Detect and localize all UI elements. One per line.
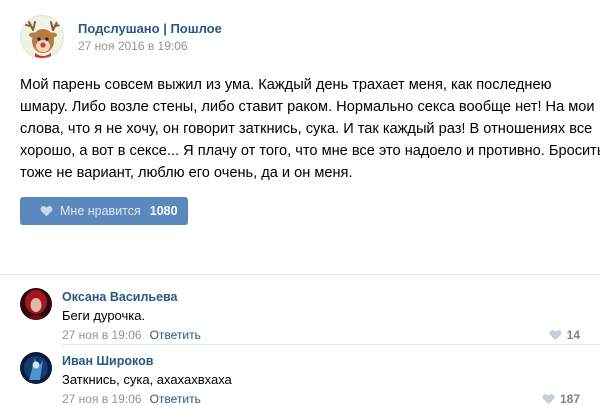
heart-icon bbox=[549, 330, 562, 341]
heart-icon bbox=[40, 206, 53, 217]
comment-item: Оксана Васильева Беги дурочка. 27 ноя в … bbox=[20, 288, 580, 348]
comment-divider bbox=[62, 344, 600, 345]
post-header: Подслушано | Пошлое 27 ноя 2016 в 19:06 bbox=[20, 12, 222, 62]
like-button-label: Мне нравится bbox=[60, 204, 141, 218]
comment-like-button[interactable]: 187 bbox=[542, 392, 580, 406]
post-text-line: хорошо, а вот в сексе... Я плачу от того… bbox=[20, 143, 600, 159]
post-date[interactable]: 27 ноя 2016 в 19:06 bbox=[78, 38, 222, 54]
reply-link[interactable]: Ответить bbox=[150, 328, 201, 342]
heart-icon bbox=[542, 394, 555, 405]
comment-like-button[interactable]: 14 bbox=[549, 328, 580, 342]
comment-meta: 27 ноя в 19:06 Ответить bbox=[62, 392, 201, 406]
post-text-line: тоже не вариант, люблю его очень, да и о… bbox=[20, 165, 353, 181]
comment-author-link[interactable]: Оксана Васильева bbox=[62, 290, 178, 304]
comment-date[interactable]: 27 ноя в 19:06 bbox=[62, 392, 142, 406]
commenter-avatar[interactable] bbox=[20, 288, 52, 320]
post-text: Мой парень совсем выжил из ума. Каждый д… bbox=[20, 74, 600, 184]
comment-meta: 27 ноя в 19:06 Ответить bbox=[62, 328, 201, 342]
reply-link[interactable]: Ответить bbox=[150, 392, 201, 406]
commenter-avatar[interactable] bbox=[20, 352, 52, 384]
like-button[interactable]: Мне нравится 1080 bbox=[20, 197, 188, 225]
post-text-line: Мой парень совсем выжил из ума. Каждый д… bbox=[20, 77, 552, 93]
group-name-link[interactable]: Подслушано | Пошлое bbox=[78, 21, 222, 37]
reindeer-icon bbox=[25, 21, 61, 58]
post-text-line: слова, что я не хочу, он говорит заткнис… bbox=[20, 121, 593, 137]
comment-like-count: 14 bbox=[566, 328, 580, 342]
comment-like-count: 187 bbox=[559, 392, 580, 406]
like-count: 1080 bbox=[149, 204, 178, 218]
avatar-photo-icon bbox=[20, 352, 52, 384]
comment-date[interactable]: 27 ноя в 19:06 bbox=[62, 328, 142, 342]
comment-text: Заткнись, сука, ахахахвхаха bbox=[62, 372, 232, 387]
comments-divider bbox=[0, 274, 600, 275]
comment-item: Иван Широков Заткнись, сука, ахахахвхаха… bbox=[20, 352, 580, 406]
avatar-photo-icon bbox=[20, 288, 52, 320]
group-avatar[interactable] bbox=[20, 15, 64, 59]
comment-text: Беги дурочка. bbox=[62, 308, 146, 323]
post-text-line: шмару. Либо возле стены, либо ставит рак… bbox=[20, 99, 595, 115]
comment-author-link[interactable]: Иван Широков bbox=[62, 354, 153, 368]
